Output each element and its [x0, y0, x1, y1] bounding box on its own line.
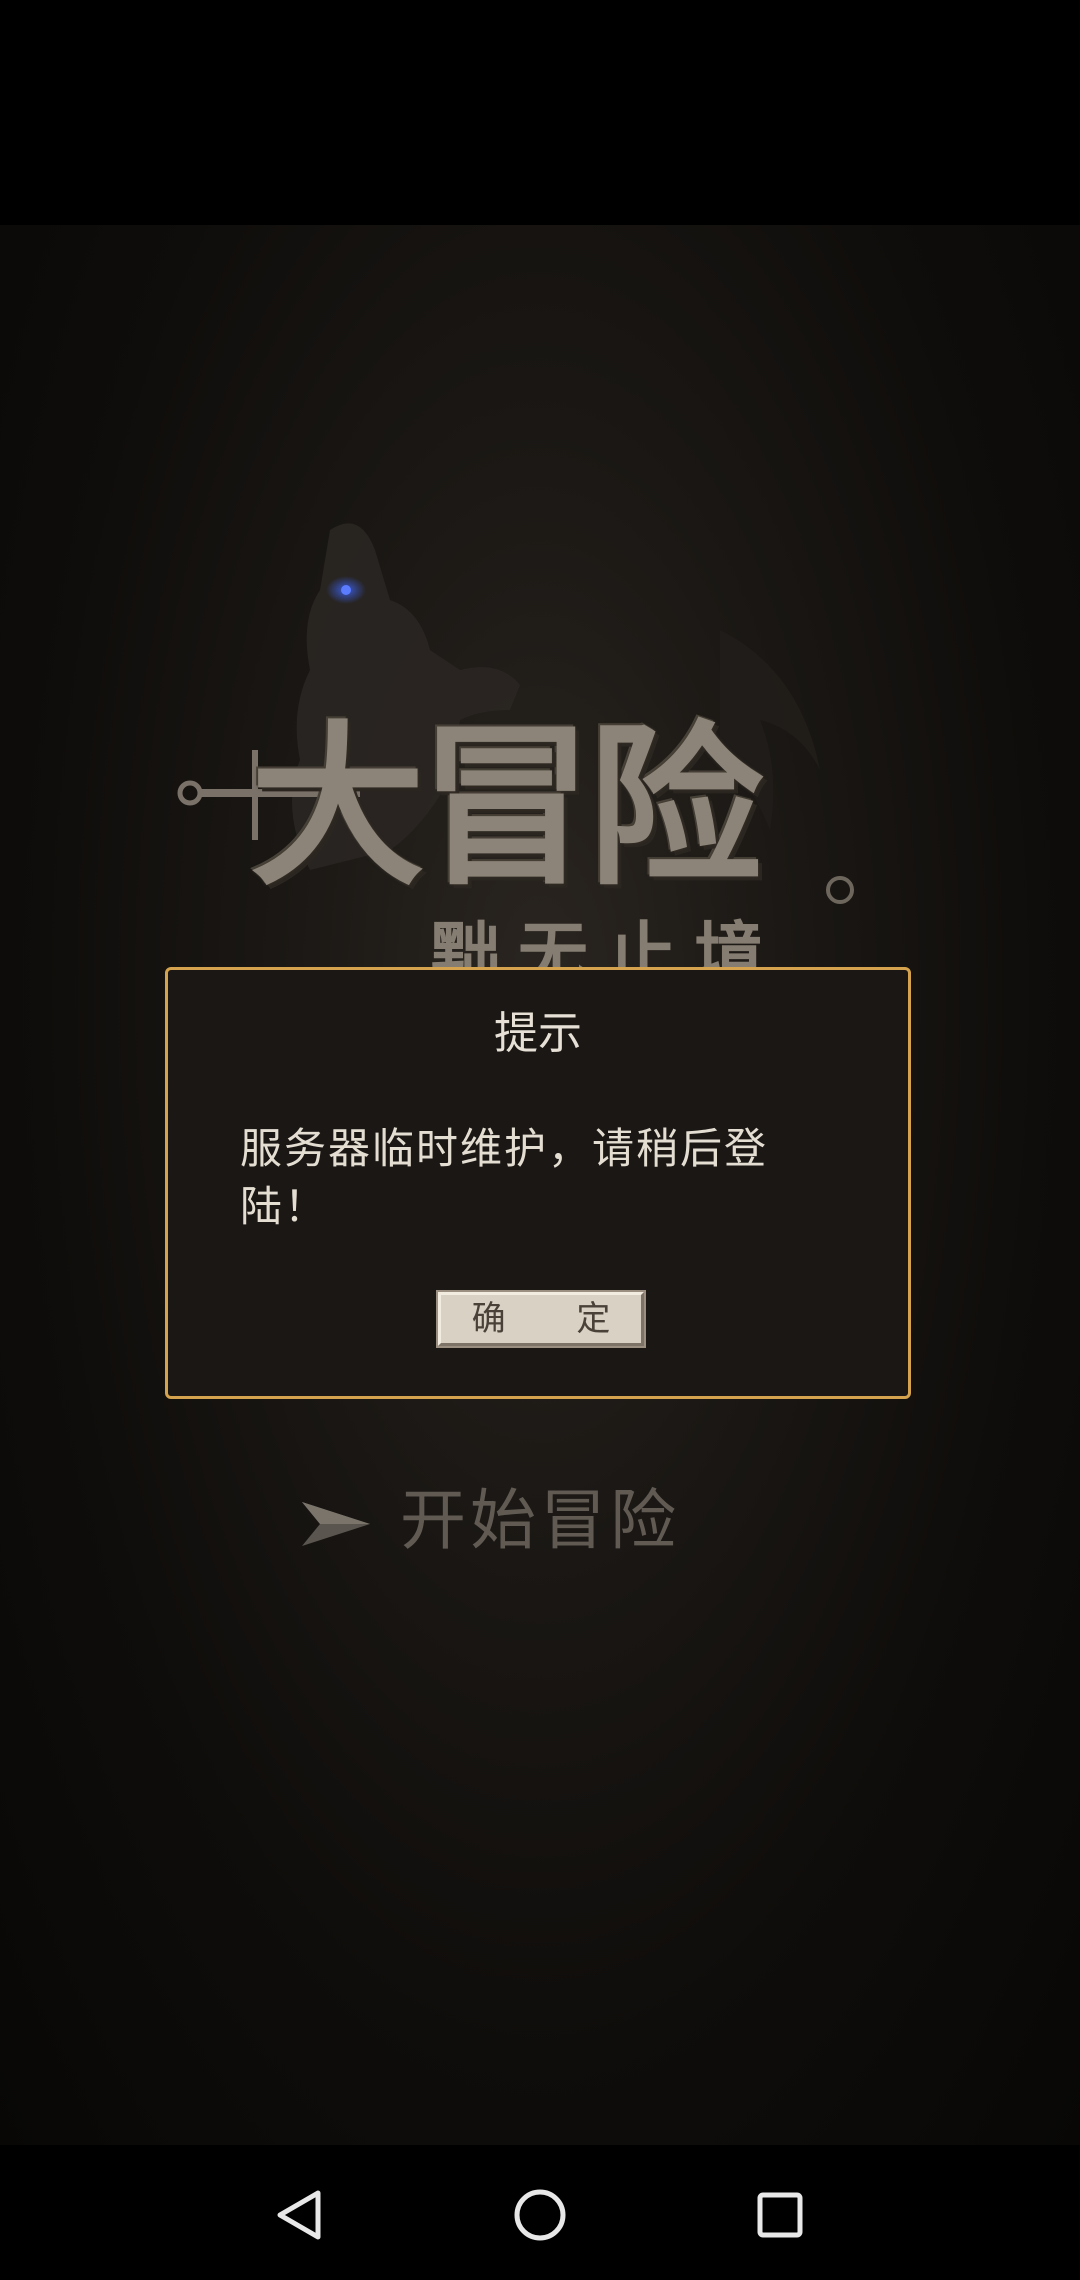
game-title: 大冒险: [250, 705, 763, 910]
back-icon[interactable]: [250, 2165, 350, 2265]
dialog-message: 服务器临时维护，请稍后登陆！: [240, 1124, 769, 1231]
system-navigation-bar: [0, 2145, 1080, 2280]
knight-eye: [341, 585, 351, 595]
notice-dialog: 提示 服务器临时维护，请稍后登陆！ 确 定: [165, 967, 911, 1399]
arrow-right-icon: [302, 1502, 370, 1546]
confirm-button[interactable]: 确 定: [436, 1290, 646, 1348]
flower-ornament: [826, 876, 854, 904]
sword-pommel: [177, 780, 203, 806]
status-bar-area: [0, 0, 1080, 225]
start-adventure-button[interactable]: 开始冒险: [300, 1480, 760, 1570]
recents-icon[interactable]: [730, 2165, 830, 2265]
dialog-title: 提示: [494, 1008, 582, 1059]
start-adventure-label: 开始冒险: [400, 1482, 680, 1559]
home-icon[interactable]: [490, 2165, 590, 2265]
app-screen: 大冒险 黜无止境 开始冒险 提示 服务器临时维护，请稍后登陆！ 确 定: [0, 0, 1080, 2280]
